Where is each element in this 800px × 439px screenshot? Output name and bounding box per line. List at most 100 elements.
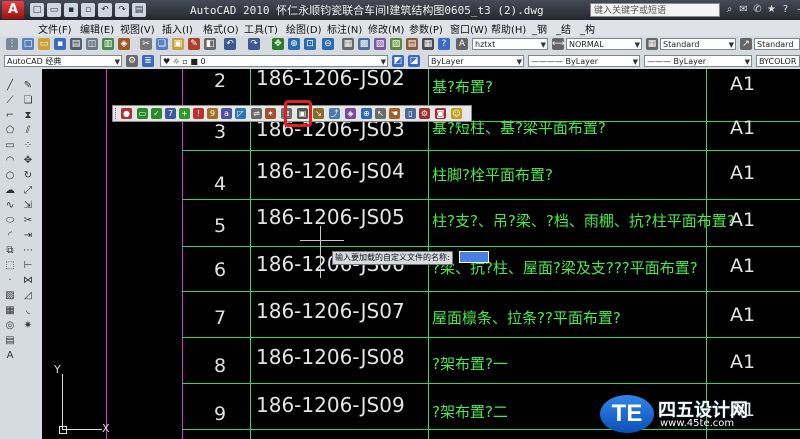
help-icon[interactable]: ? (438, 38, 450, 50)
revision-cloud-icon[interactable]: ☁ (3, 184, 17, 197)
polyline-icon[interactable]: ⌐ (3, 109, 17, 122)
dim-style-combo[interactable]: NORMAL ▼ (566, 38, 642, 50)
document-icon[interactable]: ▯ (405, 108, 416, 119)
communication-center-icon[interactable]: ✆ (752, 3, 763, 16)
pan-icon[interactable]: ✥ (272, 38, 284, 50)
swap-icon[interactable]: ⇌ (251, 108, 262, 119)
favorites-icon[interactable]: ★ (766, 3, 777, 16)
make-block-icon[interactable]: ⬚ (3, 259, 17, 272)
gradient-icon[interactable]: ▦ (3, 304, 17, 317)
text-tool-icon[interactable]: a (221, 108, 232, 119)
menu-construct[interactable]: _构 (580, 21, 595, 36)
table-icon[interactable]: ▤ (3, 334, 17, 347)
preview-icon[interactable]: ◫ (86, 38, 98, 50)
markup-icon[interactable]: ▤ (406, 38, 418, 50)
dynamic-input-field[interactable] (459, 251, 489, 263)
region-icon[interactable]: ◎ (3, 319, 17, 332)
match-properties-icon[interactable]: ✎ (188, 38, 200, 50)
minimize-icon[interactable]: – (794, 3, 800, 16)
zoom-previous-icon[interactable]: ⊖ (322, 38, 334, 50)
plot-icon[interactable]: ▤ (132, 3, 146, 17)
save-icon[interactable]: ▪ (54, 38, 66, 50)
zoom-icon[interactable]: ⊕ (361, 108, 372, 119)
mtext-icon[interactable]: A (3, 349, 17, 362)
draw-tool-icon[interactable]: ◸ (235, 108, 246, 119)
pointer-icon[interactable]: ↖ (375, 108, 386, 119)
new-file-icon[interactable]: □ (30, 3, 44, 17)
extend-icon[interactable]: ⇥ (21, 229, 35, 242)
offset-icon[interactable]: ⫽ (21, 124, 35, 137)
menu-steel[interactable]: _钢 (532, 21, 547, 36)
trim-icon[interactable]: ✂ (21, 214, 35, 227)
lineweight-combo[interactable]: ——— ByLayer ▼ (644, 55, 752, 67)
counter-icon[interactable]: 9 (207, 108, 218, 119)
rotate-icon[interactable]: ↻ (21, 169, 35, 182)
mirror-icon[interactable]: ⧗ (21, 109, 35, 122)
tool-palettes-icon[interactable]: ▧ (374, 38, 386, 50)
zoom-realtime-icon[interactable]: ⊕ (288, 38, 300, 50)
workspace-settings-icon[interactable]: ⚙ (126, 55, 138, 67)
copy-object-icon[interactable]: ❏ (21, 94, 35, 107)
spline-icon[interactable]: ∿ (3, 199, 17, 212)
construction-line-icon[interactable]: ⟋ (3, 94, 17, 107)
workspace-combo[interactable]: AutoCAD 经典 ▼ (4, 55, 122, 67)
menu-dimension[interactable]: 标注(N) (327, 21, 362, 36)
menu-tools[interactable]: 工具(T) (244, 21, 278, 36)
help-icon[interactable]: ? (780, 3, 791, 16)
properties-icon[interactable]: ▦ (342, 38, 354, 50)
insert-block-icon[interactable]: ⧉ (3, 244, 17, 257)
chart-tool-icon[interactable]: ⤴ (329, 108, 340, 119)
join-icon[interactable]: ⋈ (21, 274, 35, 287)
sheet-set-icon[interactable]: ▨ (390, 38, 402, 50)
menu-file[interactable]: 文件(F) (38, 21, 72, 36)
undo-icon[interactable]: ↶ (98, 3, 112, 17)
block-editor-icon[interactable]: ◧ (204, 38, 216, 50)
make-object-layer-current-icon[interactable]: ◩ (392, 55, 404, 67)
menu-modify[interactable]: 修改(M) (368, 21, 404, 36)
ellipse-icon[interactable]: ⬭ (3, 214, 17, 227)
stretch-icon[interactable]: ⇲ (21, 199, 35, 212)
move-icon[interactable]: ✥ (21, 154, 35, 167)
smiley-icon[interactable]: ☺ (451, 108, 462, 119)
stop-icon[interactable]: ● (121, 108, 132, 119)
info-icon[interactable]: ! (193, 108, 204, 119)
chamfer-icon[interactable]: ◿ (21, 289, 35, 302)
plot-icon[interactable]: ▤ (70, 38, 82, 50)
copy-icon[interactable]: ❏ (156, 38, 168, 50)
layer-manager-icon[interactable]: ≣ (142, 55, 154, 67)
erase-icon[interactable]: ✎ (21, 79, 35, 92)
design-center-icon[interactable]: ▩ (358, 38, 370, 50)
help-search-input[interactable]: 键入关键字或短语 (590, 3, 720, 17)
color-combo[interactable]: ByLayer ▼ (428, 55, 524, 67)
break-at-point-icon[interactable]: ⋯ (21, 244, 35, 257)
cut-icon[interactable]: ✂ (140, 38, 152, 50)
search-icon[interactable]: ⌕ (724, 3, 735, 16)
redo-icon[interactable]: ↷ (248, 38, 260, 50)
3d-dwf-icon[interactable]: ◈ (118, 38, 130, 50)
menu-view[interactable]: 视图(V) (120, 21, 155, 36)
circle-icon[interactable]: ○ (3, 169, 17, 182)
menu-edit[interactable]: 编辑(E) (80, 21, 114, 36)
redo-icon[interactable]: ↷ (115, 3, 129, 17)
subscription-icon[interactable]: ✉ (738, 3, 749, 16)
save-as-icon[interactable]: ▫ (81, 3, 95, 17)
hand-icon[interactable]: ☚ (389, 108, 400, 119)
open-file-icon[interactable]: ▭ (47, 3, 61, 17)
camera-icon[interactable]: ◙ (435, 108, 446, 119)
mleader-style-combo[interactable]: Standard (754, 38, 800, 50)
point-icon[interactable]: · (3, 274, 17, 287)
calculator-icon[interactable]: ▦ (422, 38, 434, 50)
save-icon[interactable]: ▭ (137, 108, 148, 119)
layer-previous-icon[interactable]: ◪ (408, 55, 420, 67)
linetype-combo[interactable]: ———— ByLayer ▼ (528, 55, 640, 67)
publish-icon[interactable]: ▥ (102, 38, 114, 50)
toolbar-grip[interactable] (115, 108, 119, 119)
zoom-window-icon[interactable]: ⊡ (304, 38, 316, 50)
table-style-combo[interactable]: Standard ▼ (660, 38, 736, 50)
scale-icon[interactable]: ⤢ (21, 184, 35, 197)
save-icon[interactable]: ▪ (64, 3, 78, 17)
plot-style-combo[interactable]: BYCOLOR (756, 55, 800, 67)
polygon-icon[interactable]: ⬠ (3, 124, 17, 137)
menu-help[interactable]: 帮助(H) (491, 21, 526, 36)
fillet-icon[interactable]: ◟ (21, 304, 35, 317)
